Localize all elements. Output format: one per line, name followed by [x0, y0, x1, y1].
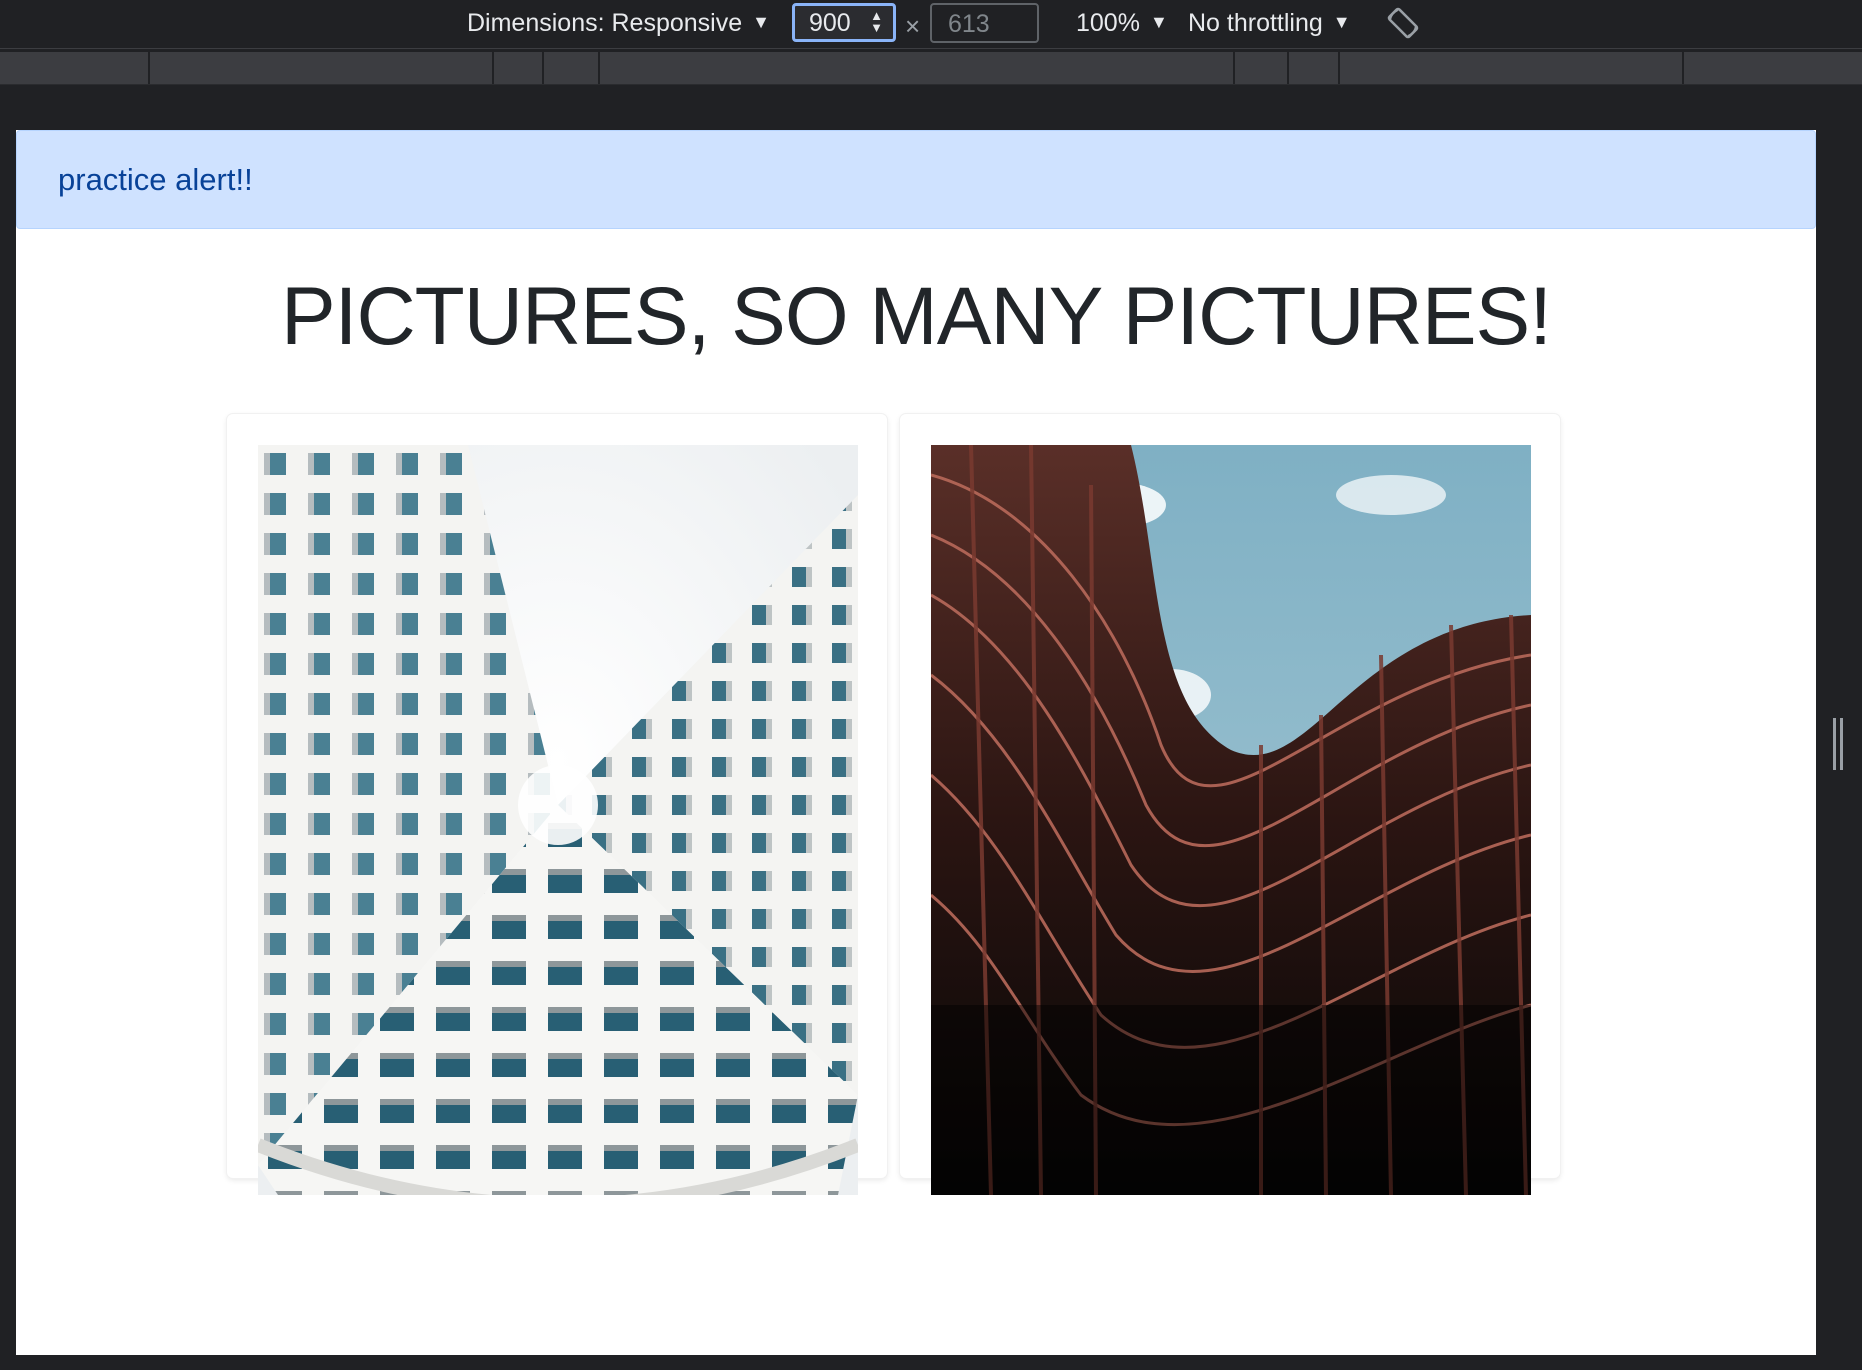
throttling-dropdown[interactable]: No throttling ▼ [1188, 9, 1351, 38]
picture-card [900, 414, 1560, 1195]
device-toolbar: Dimensions: Responsive ▼ 900 ▲ ▼ × 613 100… [0, 0, 1862, 49]
ruler-divider [542, 52, 544, 84]
dimensions-label: Dimensions: Responsive [467, 9, 743, 37]
ruler-divider [1338, 52, 1340, 84]
ruler-divider [1287, 52, 1289, 84]
height-placeholder: 613 [948, 10, 990, 38]
spinner-icon[interactable]: ▲ ▼ [870, 9, 883, 34]
ruler-divider [492, 52, 494, 84]
picture-card [227, 414, 887, 1195]
ruler-divider [598, 52, 600, 84]
white-building-image [258, 445, 858, 1195]
ruler-divider [148, 52, 150, 84]
practice-alert: practice alert!! [16, 130, 1816, 229]
height-input[interactable]: 613 [930, 3, 1039, 43]
rotate-icon[interactable] [1386, 6, 1420, 40]
page-title: PICTURES, SO MANY PICTURES! [280, 271, 1552, 362]
page-viewport: practice alert!! PICTURES, SO MANY PICTU… [16, 130, 1816, 1355]
dimensions-caret-icon: ▼ [752, 12, 770, 32]
ruler-divider [1233, 52, 1235, 84]
width-input[interactable]: 900 ▲ ▼ [792, 3, 896, 42]
throttling-caret-icon: ▼ [1332, 12, 1351, 32]
ruler-divider [1682, 52, 1684, 84]
width-value: 900 [809, 9, 851, 37]
alert-text: practice alert!! [58, 162, 253, 197]
zoom-dropdown[interactable]: 100% ▼ [1076, 9, 1168, 38]
zoom-label: 100% [1076, 9, 1140, 37]
dimensions-dropdown[interactable]: Dimensions: Responsive ▼ [467, 9, 770, 38]
viewport-resize-handle[interactable] [1833, 718, 1843, 770]
times-icon: × [905, 11, 921, 41]
red-building-image [931, 445, 1531, 1195]
throttling-label: No throttling [1188, 9, 1323, 37]
zoom-caret-icon: ▼ [1149, 12, 1168, 32]
media-query-bar[interactable] [0, 52, 1862, 85]
